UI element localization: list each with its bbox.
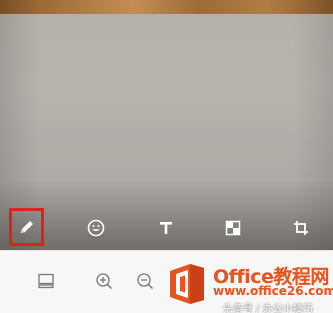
zoom-out-button[interactable] xyxy=(133,269,157,293)
watermark-caption: 头条号 / 办公小技巧 xyxy=(223,304,313,313)
smiley-icon xyxy=(87,219,105,237)
text-tool-button[interactable] xyxy=(146,208,186,248)
office-logo-icon xyxy=(166,262,208,306)
mosaic-icon xyxy=(225,220,241,236)
panel-button[interactable] xyxy=(34,269,58,293)
watermark: Office教程网 www.office26.com 头条号 / 办公小技巧 xyxy=(163,258,333,313)
text-T-icon xyxy=(158,220,174,236)
pencil-tool-button[interactable] xyxy=(9,208,44,246)
panel-icon xyxy=(37,273,55,289)
mosaic-tool-button[interactable] xyxy=(213,208,253,248)
wood-trim xyxy=(0,0,333,14)
zoom-out-icon xyxy=(136,272,154,290)
zoom-in-button[interactable] xyxy=(92,269,116,293)
pencil-icon xyxy=(18,218,36,236)
edit-toolbar xyxy=(0,208,333,250)
zoom-in-icon xyxy=(95,272,113,290)
watermark-url: www.office26.com xyxy=(213,284,333,298)
crop-icon xyxy=(293,220,309,236)
crop-tool-button[interactable] xyxy=(281,208,321,248)
emoji-tool-button[interactable] xyxy=(76,208,116,248)
